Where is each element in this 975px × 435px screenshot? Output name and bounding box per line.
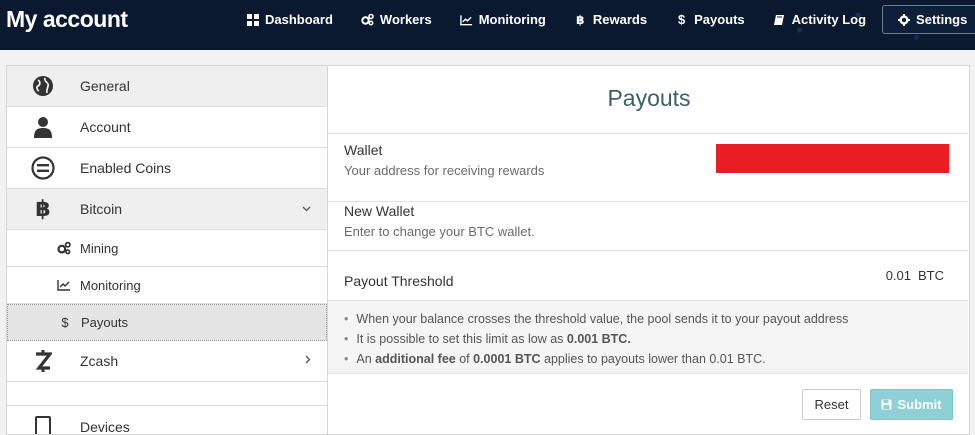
- sidebar-item-payouts[interactable]: $ Payouts: [7, 304, 327, 341]
- nav-activity-log-label: Activity Log: [791, 12, 867, 27]
- line-chart-icon: [56, 277, 72, 293]
- sidebar-item-general[interactable]: General: [7, 66, 327, 107]
- new-wallet-help: Enter to change your BTC wallet.: [344, 224, 535, 239]
- nav-rewards[interactable]: ฿ Rewards: [560, 5, 661, 34]
- sidebar-item-enabled-coins[interactable]: Enabled Coins: [7, 148, 327, 189]
- sidebar-item-label: General: [80, 78, 130, 94]
- nav-monitoring[interactable]: Monitoring: [446, 5, 560, 34]
- nav-dashboard[interactable]: Dashboard: [232, 5, 347, 34]
- line-chart-icon: [459, 13, 473, 26]
- reset-button[interactable]: Reset: [802, 389, 861, 420]
- sidebar-spacer: [7, 382, 327, 406]
- sidebar-item-bitcoin[interactable]: ฿ Bitcoin: [7, 189, 327, 230]
- payout-threshold-label: Payout Threshold: [344, 273, 454, 289]
- dashboard-icon: [246, 13, 259, 26]
- wallet-label: Wallet: [344, 142, 383, 158]
- new-wallet-label: New Wallet: [344, 203, 415, 219]
- equals-circle-icon: [31, 156, 55, 180]
- sidebar-item-account[interactable]: Account: [7, 107, 327, 148]
- nav-activity-log[interactable]: Activity Log: [759, 5, 880, 34]
- dollar-icon: $: [677, 12, 686, 27]
- bitcoin-icon: ฿: [35, 196, 51, 221]
- cogs-icon: [56, 240, 72, 256]
- nav-dashboard-label: Dashboard: [265, 12, 333, 27]
- note-min-limit: It is possible to set this limit as low …: [344, 329, 968, 349]
- payout-threshold-unit: BTC: [918, 268, 944, 283]
- new-wallet-field[interactable]: New Wallet Enter to change your BTC wall…: [328, 201, 968, 250]
- main-nav: Dashboard Workers Monitoring ฿ Rewards $…: [232, 5, 975, 34]
- sidebar-item-label: Monitoring: [80, 277, 141, 293]
- payout-notes: When your balance crosses the threshold …: [328, 300, 968, 374]
- chevron-down-icon: [302, 203, 311, 215]
- wallet-address-redacted: [716, 144, 949, 173]
- payouts-panel: Payouts Wallet Your address for receivin…: [328, 65, 970, 435]
- floppy-disk-icon: [881, 399, 892, 410]
- sidebar-item-devices[interactable]: Devices: [7, 406, 327, 435]
- nav-workers-label: Workers: [379, 12, 432, 27]
- dollar-icon: $: [61, 315, 69, 330]
- reset-button-label: Reset: [814, 397, 849, 412]
- settings-sidebar: General Account Enabled Coins ฿ Bitcoin …: [6, 65, 328, 435]
- sidebar-item-label: Mining: [80, 240, 119, 256]
- note-threshold: When your balance crosses the threshold …: [344, 309, 968, 329]
- book-icon: [773, 13, 786, 26]
- sidebar-item-mining[interactable]: Mining: [7, 230, 327, 267]
- nav-rewards-label: Rewards: [592, 12, 648, 27]
- gear-icon: [897, 13, 910, 26]
- nav-settings[interactable]: Settings: [882, 5, 975, 34]
- nav-payouts[interactable]: $ Payouts: [661, 5, 759, 34]
- bitcoin-icon: ฿: [576, 12, 585, 27]
- nav-payouts-label: Payouts: [694, 12, 745, 27]
- globe-icon: [31, 74, 55, 98]
- note-fee: An additional fee of 0.0001 BTC applies …: [344, 349, 968, 369]
- wallet-help: Your address for receiving rewards: [344, 163, 545, 178]
- submit-button[interactable]: Submit: [870, 389, 953, 420]
- sidebar-item-label: Payouts: [81, 315, 128, 330]
- cogs-icon: [361, 13, 374, 26]
- brand-title[interactable]: My account: [6, 6, 128, 33]
- tablet-icon: [31, 415, 55, 434]
- sidebar-item-label: Zcash: [80, 353, 119, 369]
- sidebar-item-label: Bitcoin: [80, 201, 123, 217]
- payout-threshold-value[interactable]: 0.01: [886, 268, 911, 283]
- nav-monitoring-label: Monitoring: [478, 12, 546, 27]
- sidebar-item-zcash[interactable]: Zcash: [7, 341, 327, 382]
- payout-threshold-field: Payout Threshold 0.01 BTC: [328, 250, 968, 300]
- nav-workers[interactable]: Workers: [347, 5, 446, 34]
- sidebar-item-label: Devices: [80, 418, 130, 435]
- sidebar-item-label: Enabled Coins: [80, 160, 172, 176]
- top-bar: My account Dashboard Workers Monitoring …: [0, 0, 975, 50]
- zcash-icon: [31, 349, 55, 373]
- page-title: Payouts: [607, 85, 691, 111]
- user-icon: [31, 115, 55, 139]
- chevron-right-icon: [305, 355, 311, 367]
- sidebar-item-label: Account: [80, 119, 131, 135]
- sidebar-item-monitoring[interactable]: Monitoring: [7, 267, 327, 304]
- nav-settings-label: Settings: [916, 12, 968, 27]
- submit-button-label: Submit: [897, 397, 942, 412]
